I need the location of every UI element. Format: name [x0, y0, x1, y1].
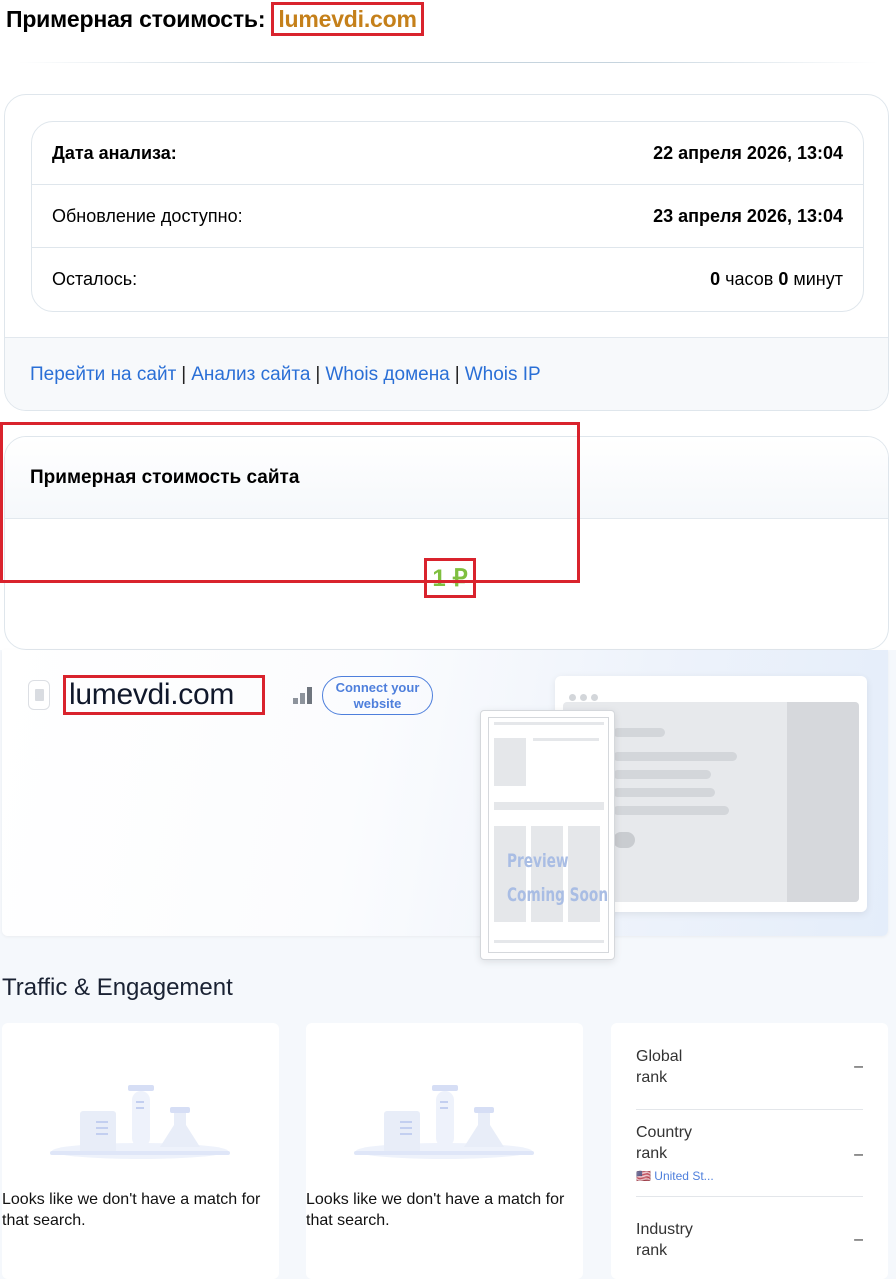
mobile-preview-image: Preview Coming Soon	[480, 710, 615, 960]
preview-label: Preview	[507, 850, 569, 872]
country-name: United St...	[654, 1169, 714, 1183]
page-title: Примерная стоимость: lumevdi.com	[6, 2, 424, 36]
us-flag-icon: 🇺🇸	[636, 1169, 651, 1183]
remaining-value: 0 часов 0 минут	[710, 269, 843, 290]
country-rank-label: Country rank	[636, 1124, 693, 1162]
country-flag: 🇺🇸 United St...	[636, 1166, 863, 1187]
remaining-minutes-unit: минут	[793, 269, 843, 289]
table-row: Обновление доступно: 23 апреля 2026, 13:…	[32, 185, 863, 248]
country-rank: Country rank 🇺🇸 United St... –	[636, 1122, 863, 1187]
page-title-domain: lumevdi.com	[271, 2, 424, 36]
empty-state-message: Looks like we don't have a match for tha…	[306, 1191, 565, 1229]
industry-rank-value: –	[854, 1231, 863, 1248]
update-available-label: Обновление доступно:	[52, 205, 243, 226]
link-go-to-site[interactable]: Перейти на сайт	[30, 364, 176, 386]
divider	[636, 1109, 863, 1110]
analysis-date-label: Дата анализа:	[52, 142, 177, 163]
analysis-card: Дата анализа: 22 апреля 2026, 13:04 Обно…	[4, 94, 889, 411]
global-rank-value: –	[854, 1058, 863, 1075]
coming-soon-label: Coming Soon	[507, 884, 609, 906]
link-separator: |	[454, 364, 460, 385]
analysis-table: Дата анализа: 22 апреля 2026, 13:04 Обно…	[31, 121, 864, 312]
global-rank-label: Global rank	[636, 1048, 683, 1086]
industry-rank-label: Industry rank	[636, 1221, 693, 1259]
analysis-date-value: 22 апреля 2026, 13:04	[653, 142, 843, 163]
section-title: Traffic & Engagement	[2, 974, 233, 1001]
favicon-icon	[28, 680, 50, 710]
site-header-panel: lumevdi.com Connect your website Preview…	[2, 650, 888, 960]
divider	[18, 62, 878, 63]
link-separator: |	[181, 364, 187, 385]
rank-card: Global rank – Country rank 🇺🇸 United St.…	[611, 1023, 888, 1279]
traffic-widget: lumevdi.com Connect your website Preview…	[0, 650, 896, 1279]
country-rank-value: –	[854, 1146, 863, 1163]
page-title-label: Примерная стоимость:	[6, 5, 266, 32]
lab-flask-illustration-icon	[50, 1085, 230, 1159]
link-separator: |	[315, 364, 321, 385]
update-available-value: 23 апреля 2026, 13:04	[653, 205, 843, 226]
table-row: Осталось: 0 часов 0 минут	[32, 248, 863, 311]
site-links: Перейти на сайт | Анализ сайта | Whois д…	[5, 337, 888, 410]
empty-state-card: Looks like we don't have a match for tha…	[306, 1023, 583, 1279]
industry-rank: Industry rank –	[636, 1219, 863, 1261]
divider	[636, 1196, 863, 1197]
table-row: Дата анализа: 22 апреля 2026, 13:04	[32, 122, 863, 185]
site-name: lumevdi.com	[63, 675, 265, 715]
remaining-minutes: 0	[778, 269, 789, 289]
link-site-analysis[interactable]: Анализ сайта	[191, 364, 310, 386]
empty-state-message: Looks like we don't have a match for tha…	[2, 1191, 261, 1229]
preview-placeholder-text: Preview Coming Soon	[507, 844, 608, 912]
link-whois-domain[interactable]: Whois домена	[325, 364, 449, 386]
link-whois-ip[interactable]: Whois IP	[465, 364, 541, 386]
highlight-box	[0, 422, 580, 583]
remaining-hours: 0	[710, 269, 721, 289]
empty-state-card: Looks like we don't have a match for tha…	[2, 1023, 279, 1279]
lab-flask-illustration-icon	[354, 1085, 534, 1159]
remaining-hours-unit: часов	[725, 269, 774, 289]
global-rank: Global rank –	[636, 1046, 863, 1088]
remaining-label: Осталось:	[52, 269, 138, 289]
signal-bars-icon	[293, 686, 313, 704]
connect-website-button[interactable]: Connect your website	[322, 676, 433, 715]
